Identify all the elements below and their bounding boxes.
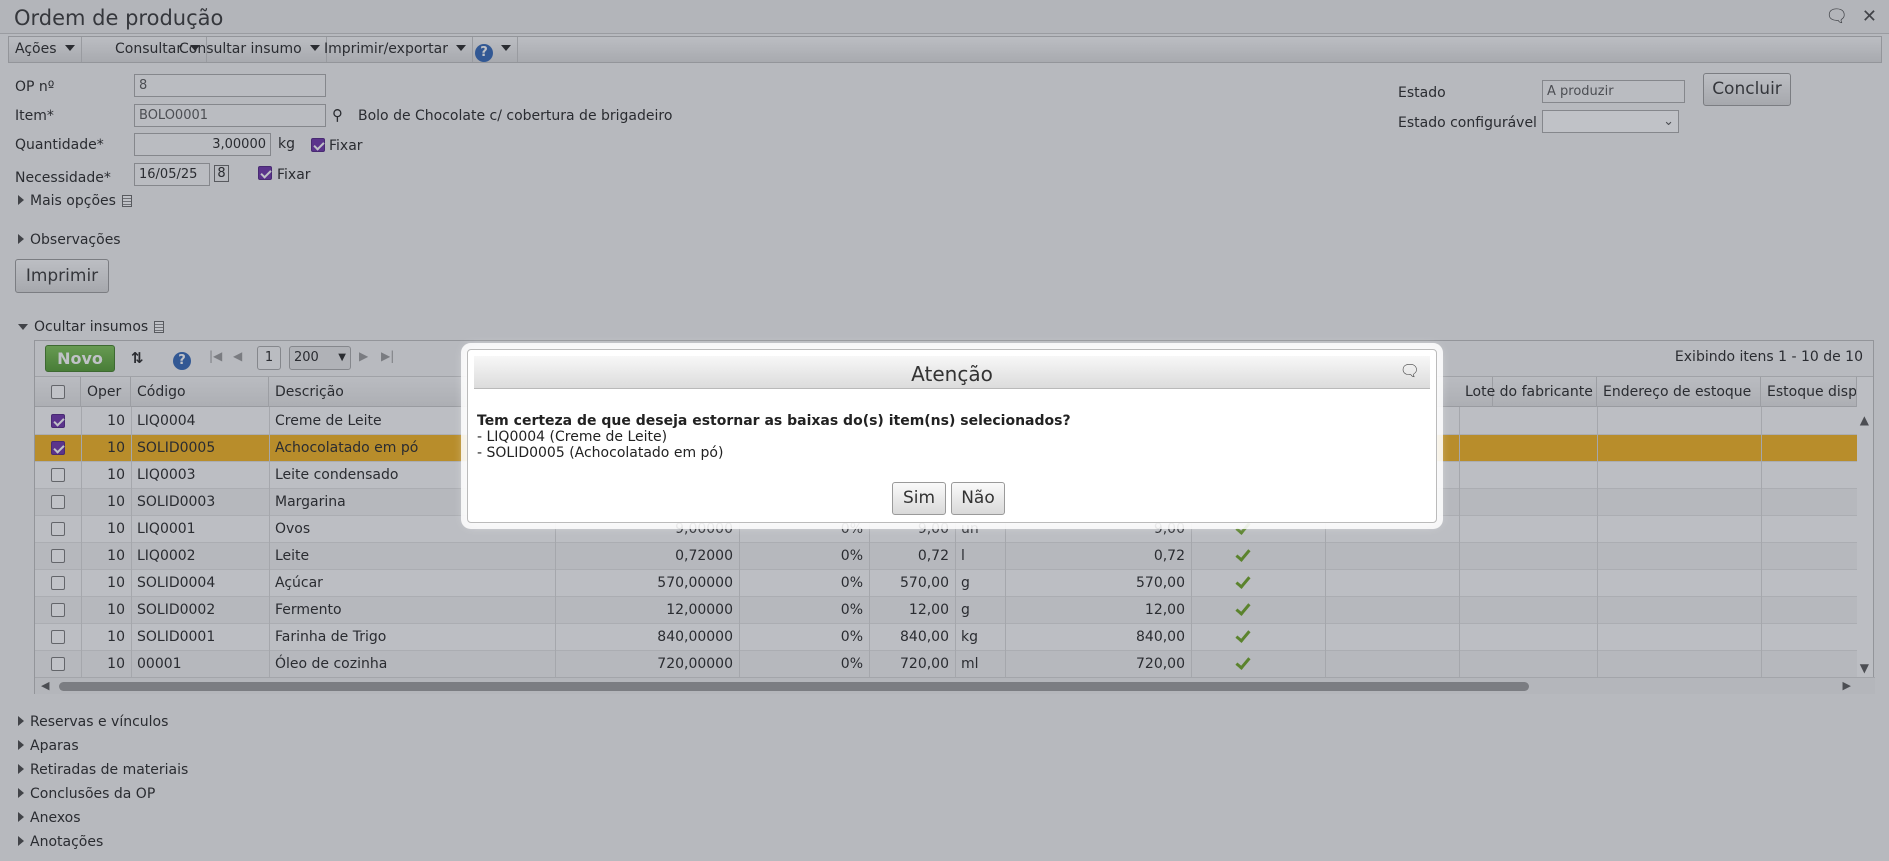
dialog-item-2: - SOLID0005 (Achocolatado em pó) [477,445,724,461]
sim-button[interactable]: Sim [892,482,946,515]
dialog-message: Tem certeza de que deseja estornar as ba… [477,413,1071,461]
dialog-header: Atenção 🗨 [474,356,1430,389]
chat-icon[interactable]: 🗨 [1400,361,1420,380]
dialog-question: Tem certeza de que deseja estornar as ba… [477,413,1071,429]
dialog-title: Atenção [911,362,993,386]
nao-button[interactable]: Não [951,482,1005,515]
confirm-dialog: Atenção 🗨 Tem certeza de que deseja esto… [467,349,1437,523]
dialog-item-1: - LIQ0004 (Creme de Leite) [477,429,668,445]
